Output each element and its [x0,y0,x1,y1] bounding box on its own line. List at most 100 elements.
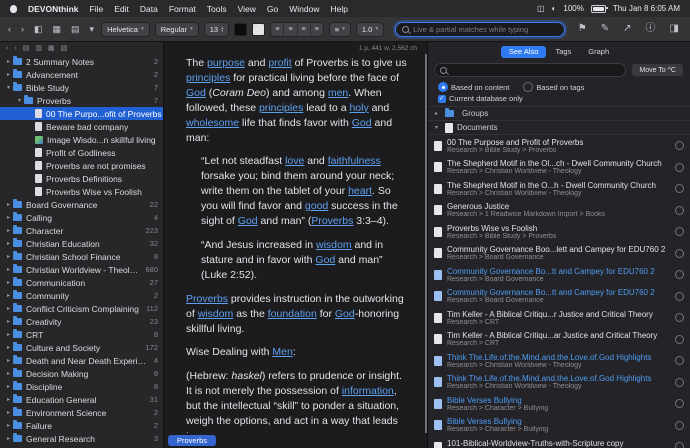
font-family-select[interactable]: Helvetica▾ [101,22,150,37]
line-height-select[interactable]: 1.0▾ [356,22,384,37]
apple-menu-icon[interactable] [10,5,17,13]
inspector-toggle-icon[interactable]: ◨ [668,24,681,34]
disclosure-triangle[interactable]: ▸ [4,435,13,442]
line-spacing-select[interactable]: ≡▾ [329,22,351,37]
wiki-link[interactable]: God [186,87,206,99]
text-color-well[interactable] [234,23,247,36]
see-also-row[interactable]: Generous JusticeResearch > 1 Readwise Ma… [428,200,690,222]
section-groups[interactable]: ▸ Groups [428,106,690,120]
see-also-row[interactable]: Bible Verses BullyingResearch > Characte… [428,393,690,415]
wiki-link[interactable]: Men [272,346,292,358]
disclosure-triangle[interactable]: ▸ [4,266,13,273]
as-list-icon[interactable]: ▤ [23,45,30,52]
see-also-row[interactable]: Tim Keller - A Biblical Critiqu...ar Jus… [428,329,690,351]
sidebar-doc-row[interactable]: 00 The Purpo...ofit of Proverbs [0,107,163,120]
sidebar-group-row[interactable]: ▸Board Governance22 [0,198,163,211]
menu-format[interactable]: Format [169,4,196,14]
disclosure-triangle[interactable]: ▸ [4,331,13,338]
sidebar-group-row[interactable]: ▸Conflict Criticism Complaining112 [0,302,163,315]
wiki-link[interactable]: purpose [207,57,245,69]
tag-proverbs[interactable]: Proverbs [168,435,216,447]
sidebar-group-row[interactable]: ▸Calling4 [0,211,163,224]
sidebar-group-row[interactable]: ▸Christian Worldview - Theology680 [0,263,163,276]
sidebar-group-row[interactable]: ▸Creativity23 [0,315,163,328]
menu-go[interactable]: Go [267,4,278,14]
font-style-select[interactable]: Regular▾ [155,22,199,37]
see-also-row[interactable]: Think The.Life.of.the.Mind.and.the.Love.… [428,350,690,372]
disclosure-triangle[interactable]: ▾ [432,124,441,131]
dropdown-icon[interactable]: ▾ [88,25,97,34]
disclosure-triangle[interactable]: ▸ [4,422,13,429]
sidebar-group-row[interactable]: ▸Character223 [0,224,163,237]
sidebar-group-row[interactable]: ▸2 Summary Notes2 [0,55,163,68]
align-justify-icon[interactable]: ≡ [311,23,323,36]
screen-mirroring-icon[interactable]: ◫ [537,4,545,13]
sidebar-group-row[interactable]: ▸CRT8 [0,328,163,341]
editor-scrollbar[interactable] [425,54,427,433]
disclosure-triangle[interactable]: ▸ [432,110,441,117]
sidebar-doc-row[interactable]: Proverbs are not promises [0,159,163,172]
section-documents[interactable]: ▾ Documents [428,120,690,134]
forward-icon[interactable]: › [14,45,16,52]
disclosure-triangle[interactable]: ▸ [4,292,13,299]
wiki-link[interactable]: God [238,215,258,227]
view-list-icon[interactable]: ▤ [69,25,82,34]
sidebar-group-row[interactable]: ▸Community2 [0,289,163,302]
font-size-stepper[interactable]: 13 ▴▾ [204,22,230,37]
sidebar-doc-row[interactable]: Proverbs Definitions [0,172,163,185]
sidebar-group-row[interactable]: ▾Proverbs7 [0,94,163,107]
wiki-link[interactable]: faithfulness [328,155,381,167]
menu-view[interactable]: View [238,4,256,14]
menu-edit[interactable]: Edit [114,4,129,14]
disclosure-triangle[interactable]: ▸ [4,58,13,65]
see-also-row[interactable]: The Shepherd Motif in the Ol...ch - Dwel… [428,157,690,179]
see-also-row[interactable]: Tim Keller - A Biblical Critiqu...r Just… [428,307,690,329]
as-split-icon[interactable]: ▧ [61,45,68,52]
see-also-row[interactable]: Community Governance Boo...lett and Camp… [428,243,690,265]
as-columns-icon[interactable]: ▥ [35,45,42,52]
see-also-row[interactable]: 101-Biblical-Worldview-Truths-with-Scrip… [428,436,690,448]
wiki-link[interactable]: Proverbs [186,293,228,305]
see-also-row[interactable]: Proverbs Wise vs FoolishResearch > Bible… [428,221,690,243]
sidebar-group-row[interactable]: ▸Death and Near Death Experiences4 [0,354,163,367]
disclosure-triangle[interactable]: ▾ [15,97,24,104]
menu-tools[interactable]: Tools [207,4,227,14]
see-also-row[interactable]: Community Governance Bo...tt and Campey … [428,286,690,308]
tab-graph[interactable]: Graph [580,46,617,59]
radio-based-on-tags[interactable]: Based on tags [523,82,584,92]
disclosure-triangle[interactable]: ▸ [4,279,13,286]
inspector-search-input[interactable] [434,63,626,77]
sidebar-group-row[interactable]: ▸Advancement2 [0,68,163,81]
sidebar-group-row[interactable]: ▸Christian School Finance8 [0,250,163,263]
disclosure-triangle[interactable]: ▸ [4,409,13,416]
wiki-link[interactable]: holy [349,102,368,114]
disclosure-triangle[interactable]: ▸ [4,370,13,377]
align-right-icon[interactable]: ≡ [298,23,311,36]
sidebar-doc-row[interactable]: Beware bad company [0,120,163,133]
stepper-icon[interactable]: ▴▾ [221,26,223,33]
menu-help[interactable]: Help [330,4,347,14]
go-back-icon[interactable]: ‹ [6,25,13,34]
wiki-link[interactable]: love [285,155,304,167]
sidebar-group-row[interactable]: ▸General Research3 [0,432,163,445]
editor-content[interactable]: The purpose and profit of Proverbs is to… [164,54,427,433]
move-to-button[interactable]: Move To ^C [631,63,684,77]
sidebar-doc-row[interactable]: Image Wisdo...n skillful living [0,133,163,146]
as-cards-icon[interactable]: ▦ [48,45,55,52]
wiki-link[interactable]: Proverbs [311,215,353,227]
see-also-row[interactable]: Community Governance Bo...tt and Campey … [428,264,690,286]
wiki-link[interactable]: wisdom [316,239,352,251]
share-icon[interactable]: ↗ [621,24,633,34]
disclosure-triangle[interactable]: ▸ [4,357,13,364]
sidebar-group-row[interactable]: ▸Discipline8 [0,380,163,393]
sidebar-doc-row[interactable]: Proverbs Wise vs Foolish [0,185,163,198]
wiki-link[interactable]: foundation [268,308,317,320]
tab-see-also[interactable]: See Also [501,46,547,59]
wiki-link[interactable]: principles [259,102,303,114]
wiki-link[interactable]: good [305,200,328,212]
view-grid-icon[interactable]: ▦ [51,25,64,34]
sidebar-group-row[interactable]: ▸Environment Science2 [0,406,163,419]
sidebar-doc-row[interactable]: Profit of Godliness [0,146,163,159]
sidebar-group-row[interactable]: ▸Failure2 [0,419,163,432]
disclosure-triangle[interactable]: ▸ [4,201,13,208]
